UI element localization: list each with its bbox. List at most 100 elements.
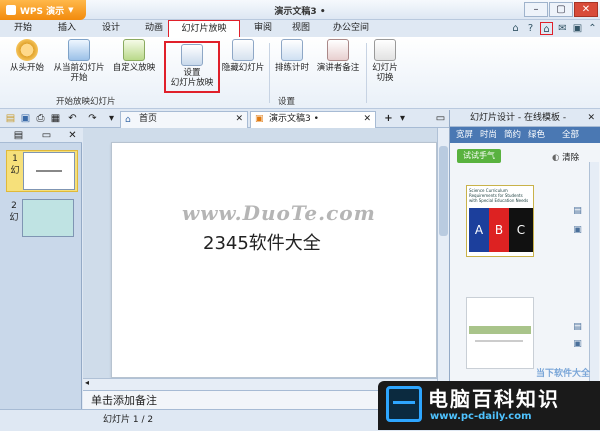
- chevron-up-icon[interactable]: ⌃: [586, 22, 599, 35]
- maximize-button[interactable]: ▢: [549, 2, 573, 17]
- template-1-block-b: B: [489, 208, 509, 252]
- home-tab-icon: ⌂: [125, 115, 131, 125]
- task-pane-title: 幻灯片设计 - 在线模板 -: [470, 113, 567, 123]
- close-tab-icon[interactable]: ✕: [363, 112, 371, 127]
- setup-slideshow-label-2: 幻灯片放映: [170, 78, 214, 88]
- monitor-logo-icon: [386, 386, 422, 422]
- tab-review[interactable]: 审阅: [248, 20, 278, 37]
- template-preview-icon[interactable]: ▣: [572, 225, 583, 236]
- tab-office-space[interactable]: 办公空间: [327, 20, 375, 37]
- scroll-thumb[interactable]: [439, 146, 448, 236]
- watermark-text: www.DuoTe.com: [182, 201, 376, 225]
- thumb-text-line: [36, 170, 62, 172]
- from-current-label-1: 从当前幻灯片: [53, 63, 105, 73]
- slide-number: 2: [11, 201, 17, 211]
- redo-icon[interactable]: ↷: [86, 112, 99, 125]
- clear-label: 清除: [562, 153, 580, 163]
- slide-label: 幻: [9, 213, 19, 223]
- panel-tabs: ▤ ▭ ✕: [0, 128, 82, 143]
- doc-tab-home[interactable]: ⌂ 首页 ✕: [120, 111, 248, 128]
- tab-insert[interactable]: 插入: [50, 20, 84, 37]
- preview-icon[interactable]: ▦: [49, 112, 62, 125]
- from-current-label-2: 开始: [70, 73, 88, 83]
- close-panel-icon[interactable]: ✕: [66, 129, 79, 142]
- outline-tab-icon[interactable]: ▤: [12, 129, 25, 142]
- slide-thumb-1-wrap[interactable]: 1 幻: [6, 150, 78, 192]
- window-title: 演示文稿3 •: [274, 7, 326, 17]
- template-apply-icon[interactable]: ▤: [572, 206, 583, 217]
- slide-count-status: 幻灯片 1 / 2: [103, 415, 154, 425]
- template-1-block-c: C: [509, 208, 533, 252]
- open-icon[interactable]: ▤: [4, 112, 17, 125]
- shirt-icon[interactable]: ⌂: [509, 22, 522, 35]
- slide-transition-button[interactable]: 幻灯片 切换: [368, 39, 402, 83]
- template-preview-icon[interactable]: ▣: [572, 339, 583, 350]
- pane-toggle-icon[interactable]: ▭: [434, 112, 447, 125]
- brand-url: www.pc-daily.com: [430, 411, 532, 422]
- minimize-button[interactable]: –: [524, 2, 548, 17]
- slide-thumbnail-2: [22, 199, 74, 237]
- rehearse-timing-label: 排练计时: [274, 63, 309, 73]
- save-icon[interactable]: ▣: [19, 112, 32, 125]
- tab-animation[interactable]: 动画: [137, 20, 171, 37]
- new-tab-button[interactable]: +: [382, 112, 395, 125]
- close-button[interactable]: ✕: [574, 2, 598, 17]
- template-1-block-a: A: [469, 208, 489, 252]
- window-icon[interactable]: ▣: [571, 22, 584, 35]
- slide-title-text[interactable]: 2345软件大全: [203, 229, 321, 255]
- slide-canvas-area: www.DuoTe.com 2345软件大全: [83, 128, 449, 380]
- setup-slideshow-button[interactable]: 设置 幻灯片放映: [164, 41, 220, 93]
- setup-slideshow-label-1: 设置: [183, 68, 201, 78]
- home-tab-label: 首页: [139, 114, 158, 124]
- mail-icon[interactable]: ✉: [556, 22, 569, 35]
- close-tab-icon[interactable]: ✕: [235, 112, 243, 127]
- tab-design[interactable]: 设计: [94, 20, 128, 37]
- slides-tab-icon[interactable]: ▭: [40, 129, 53, 142]
- hide-slide-button[interactable]: 隐藏幻灯片: [220, 39, 266, 73]
- doc-tab-presentation[interactable]: ▣ 演示文稿3 • ✕: [250, 111, 376, 128]
- clear-button[interactable]: ◐ 清除: [552, 151, 579, 163]
- category-fashion[interactable]: 时尚: [480, 127, 497, 143]
- slide-thumb-2-wrap[interactable]: 2 幻: [6, 198, 78, 240]
- task-pane-header: 幻灯片设计 - 在线模板 - ✕: [450, 110, 600, 127]
- tab-home[interactable]: 开始: [6, 20, 40, 37]
- current-slide-play-icon: [68, 39, 90, 61]
- tab-view[interactable]: 视图: [284, 20, 318, 37]
- scroll-left-icon[interactable]: ◂: [85, 378, 89, 387]
- home-icon[interactable]: ⌂: [540, 22, 553, 35]
- clear-icon: ◐: [552, 153, 560, 163]
- slide-transition-label-2: 切换: [376, 73, 394, 83]
- tab-list-chevron-icon[interactable]: ▾: [396, 112, 409, 125]
- from-start-button[interactable]: 从头开始: [8, 39, 46, 73]
- ribbon: 从头开始 从当前幻灯片 开始 自定义放映 设置 幻灯片放映 隐藏幻灯片 排练计时…: [0, 37, 600, 109]
- close-pane-icon[interactable]: ✕: [587, 110, 595, 127]
- speaker-notes-icon: [327, 39, 349, 61]
- vertical-scrollbar[interactable]: [437, 128, 449, 390]
- slide-thumbnail-1: [23, 152, 75, 190]
- try-luck-button[interactable]: 试试手气: [457, 149, 501, 163]
- setup-slideshow-icon: [181, 44, 203, 66]
- current-slide[interactable]: www.DuoTe.com 2345软件大全: [111, 142, 437, 378]
- ribbon-separator: [366, 43, 367, 103]
- category-green[interactable]: 绿色: [528, 127, 545, 143]
- category-widescreen[interactable]: 宽屏: [456, 127, 473, 143]
- group-label-start: 开始放映幻灯片: [56, 97, 116, 107]
- category-all[interactable]: 全部: [562, 127, 579, 143]
- quick-access-menu-icon[interactable]: ▾: [105, 112, 118, 125]
- info-icon[interactable]: ?: [524, 22, 537, 35]
- print-icon[interactable]: ⎙: [34, 112, 47, 125]
- template-thumbnail-2[interactable]: [466, 297, 534, 369]
- speaker-notes-button[interactable]: 演讲者备注: [314, 39, 362, 73]
- template-thumbnail-1[interactable]: Science Curriculum Requirements for Stud…: [466, 185, 534, 257]
- slide-thumbnails-panel: ▤ ▭ ✕ 1 幻 2 幻: [0, 128, 82, 430]
- template-apply-icon[interactable]: ▤: [572, 322, 583, 333]
- undo-icon[interactable]: ↶: [66, 112, 79, 125]
- presentation-tab-label: 演示文稿3 •: [269, 114, 319, 124]
- category-simple[interactable]: 简约: [504, 127, 521, 143]
- from-current-button[interactable]: 从当前幻灯片 开始: [50, 39, 108, 83]
- tab-slideshow[interactable]: 幻灯片放映: [168, 20, 240, 37]
- hide-slide-label: 隐藏幻灯片: [221, 63, 265, 73]
- custom-show-button[interactable]: 自定义放映: [110, 39, 158, 73]
- rehearse-timing-button[interactable]: 排练计时: [272, 39, 312, 73]
- template-2-band: [469, 326, 531, 334]
